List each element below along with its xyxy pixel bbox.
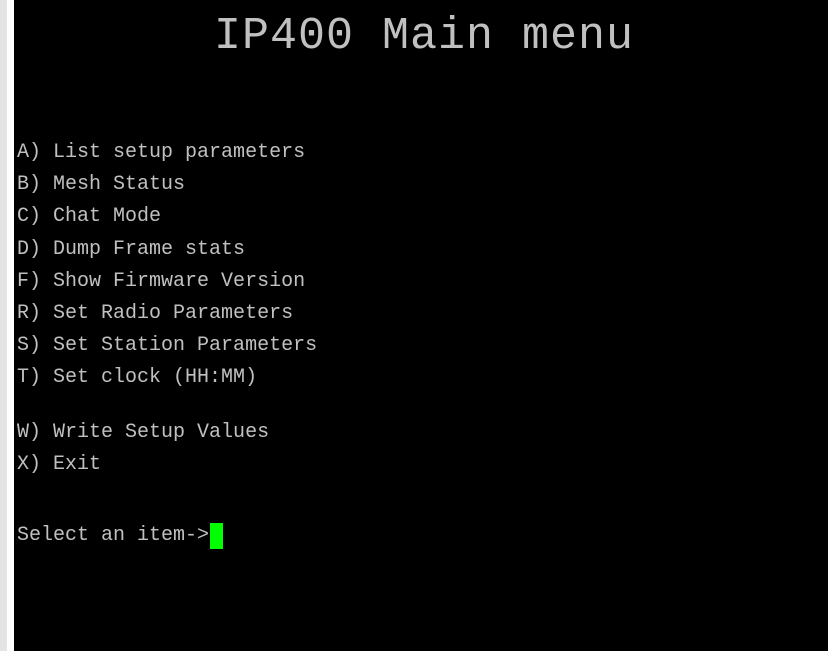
menu-key: T) — [17, 366, 42, 390]
menu-label: Write Setup Values — [53, 420, 270, 444]
menu-item-list-setup-parameters[interactable]: A) List setup parameters — [17, 137, 317, 169]
menu-key: B) — [17, 173, 42, 197]
menu-label: Chat Mode — [53, 205, 162, 229]
menu-key: W) — [17, 420, 42, 444]
menu-label: Set Station Parameters — [53, 334, 318, 358]
menu-item-exit[interactable]: X) Exit — [17, 449, 317, 481]
menu-item-dump-frame-stats[interactable]: D) Dump Frame stats — [17, 234, 317, 266]
menu-label: Show Firmware Version — [53, 269, 306, 293]
window-frame: IP400 Main menu A) List setup parameters… — [0, 0, 828, 651]
menu-label: Set Radio Parameters — [53, 301, 294, 325]
menu-key: A) — [17, 141, 42, 164]
menu-label: Mesh Status — [53, 173, 186, 197]
command-prompt[interactable]: Select an item-> — [17, 518, 224, 554]
menu-item-set-clock[interactable]: T) Set clock (HH:MM) — [17, 362, 317, 394]
menu-key: C) — [17, 205, 42, 229]
menu-key: F) — [17, 269, 42, 293]
menu-label: Exit — [53, 452, 102, 476]
menu-label: Dump Frame stats — [53, 237, 246, 261]
menu-title: IP400 Main menu — [213, 11, 635, 62]
terminal-screen[interactable]: IP400 Main menu A) List setup parameters… — [14, 0, 828, 651]
main-menu: A) List setup parameters B) Mesh Status … — [17, 137, 317, 481]
menu-item-show-firmware-version[interactable]: F) Show Firmware Version — [17, 266, 317, 298]
menu-item-write-setup-values[interactable]: W) Write Setup Values — [17, 417, 317, 449]
menu-key: D) — [17, 237, 42, 261]
prompt-text: Select an item-> — [17, 524, 210, 547]
menu-item-set-station-parameters[interactable]: S) Set Station Parameters — [17, 330, 317, 362]
menu-item-mesh-status[interactable]: B) Mesh Status — [17, 169, 317, 201]
menu-label: List setup parameters — [53, 141, 306, 164]
menu-item-set-radio-parameters[interactable]: R) Set Radio Parameters — [17, 298, 317, 330]
menu-item-chat-mode[interactable]: C) Chat Mode — [17, 201, 317, 233]
menu-key: X) — [17, 452, 42, 476]
text-cursor — [210, 523, 224, 549]
menu-key: R) — [17, 301, 42, 325]
menu-label: Set clock (HH:MM) — [53, 366, 258, 390]
menu-key: S) — [17, 334, 42, 358]
